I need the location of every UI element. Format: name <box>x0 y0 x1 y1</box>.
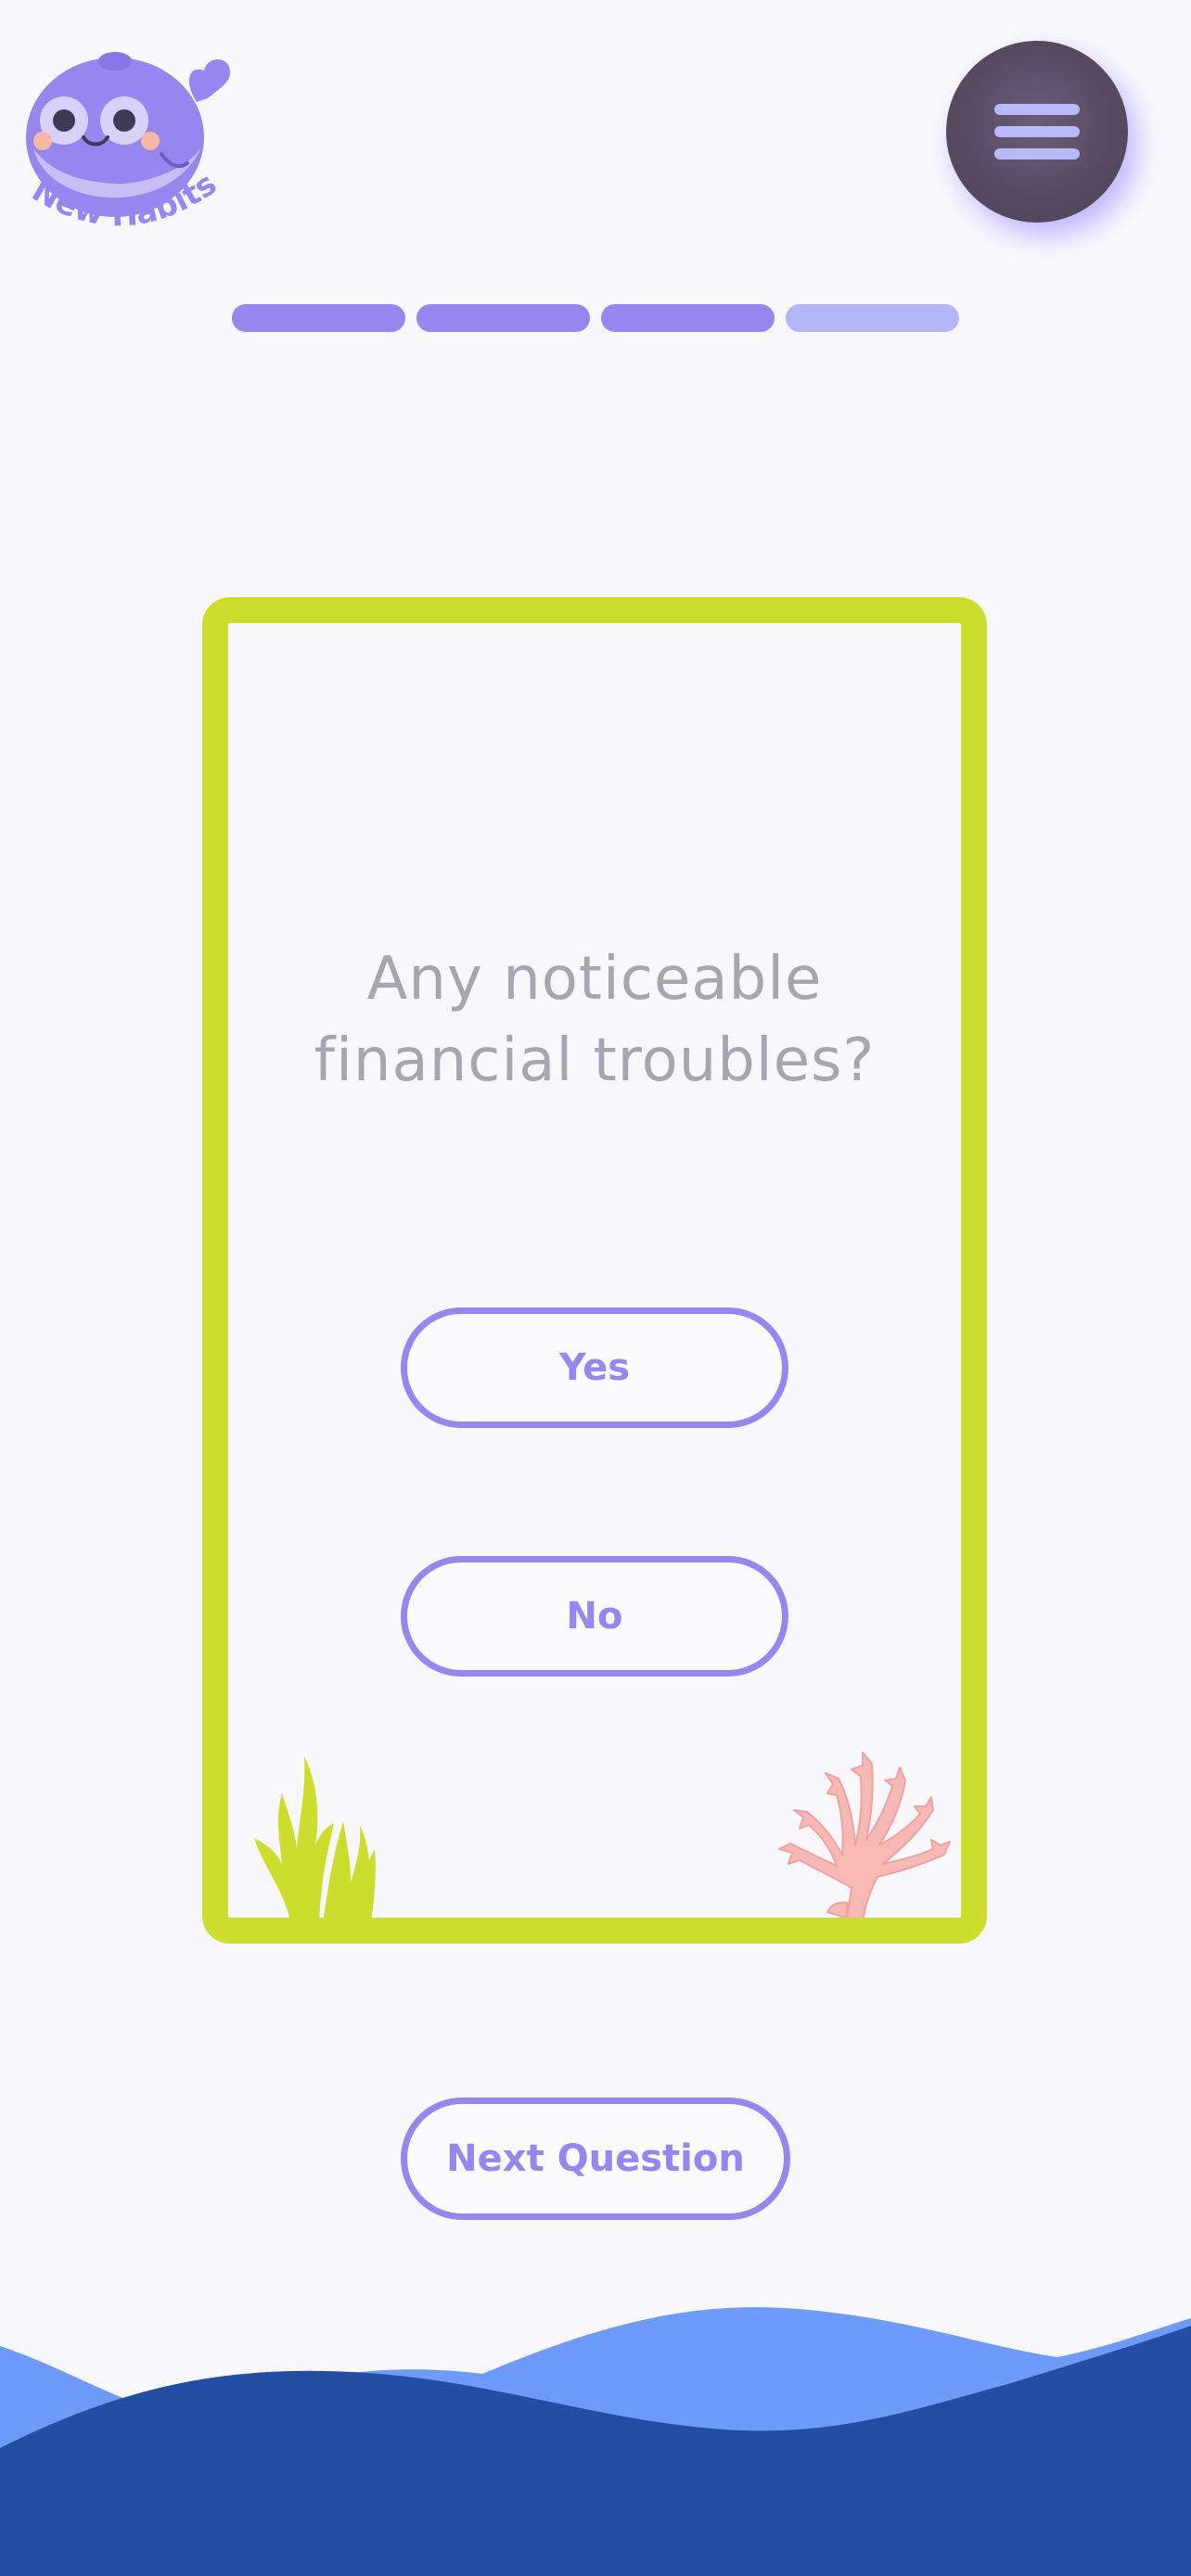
yes-button[interactable]: Yes <box>401 1307 788 1428</box>
no-button[interactable]: No <box>401 1556 788 1677</box>
menu-button[interactable] <box>946 41 1128 223</box>
whale-mascot-icon: New Habits <box>26 52 231 235</box>
app-logo: New Habits <box>22 28 245 241</box>
question-line-2: financial troubles? <box>314 1027 876 1095</box>
question-card: Any noticeable financial troubles? Yes N… <box>202 597 987 1944</box>
coral-icon <box>778 1752 951 1918</box>
progress-segment-complete <box>232 304 405 332</box>
seaweed-icon <box>254 1756 376 1918</box>
progress-segment-pending <box>786 304 959 332</box>
next-question-button[interactable]: Next Question <box>401 2098 790 2220</box>
progress-bar <box>232 304 959 334</box>
progress-segment-complete <box>416 304 590 332</box>
ocean-waves <box>0 2290 1191 2576</box>
question-line-1: Any noticeable <box>366 945 823 1014</box>
question-text: Any noticeable financial troubles? <box>228 938 961 1102</box>
progress-segment-complete <box>601 304 775 332</box>
